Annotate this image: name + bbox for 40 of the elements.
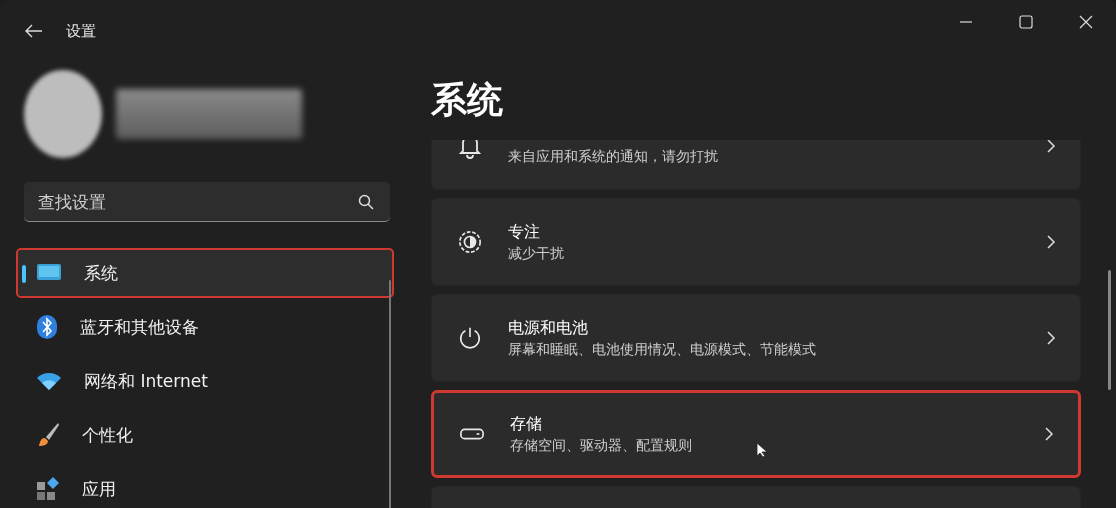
window-title: 设置 (66, 21, 96, 41)
scrollbar-thumb[interactable] (389, 280, 391, 508)
card-subtitle: 减少干扰 (508, 244, 564, 263)
focus-icon (458, 229, 482, 255)
maximize-icon[interactable] (1019, 15, 1033, 29)
nav-item[interactable]: 个性化 (16, 410, 394, 460)
scrollbar-thumb[interactable] (1108, 270, 1111, 390)
nav-item[interactable]: 网络和 Internet (16, 356, 394, 406)
card-subtitle: 存储空间、驱动器、配置规则 (510, 436, 692, 455)
settings-card[interactable]: 存储 存储空间、驱动器、配置规则 (431, 390, 1081, 478)
card-subtitle: 来自应用和系统的通知，请勿打扰 (508, 148, 718, 166)
chevron-icon[interactable] (1046, 330, 1056, 346)
wifi-icon (36, 371, 62, 391)
nav-item[interactable]: 应用 (16, 464, 394, 508)
mouse-cursor-icon (756, 442, 768, 458)
chevron-icon[interactable] (1046, 234, 1056, 250)
card-title: 存储 (510, 413, 542, 435)
card-title: 专注 (508, 221, 540, 243)
settings-card[interactable]: 来自应用和系统的通知，请勿打扰 (431, 140, 1081, 190)
page-heading: 系统 (431, 78, 504, 122)
chevron-icon[interactable] (1044, 426, 1054, 442)
chevron-icon[interactable] (1046, 140, 1056, 154)
card-subtitle: 屏幕和睡眠、电池使用情况、电源模式、节能模式 (508, 340, 816, 359)
search-field[interactable]: 查找设置 (24, 182, 390, 222)
monitor-icon (36, 263, 62, 283)
bell-icon (458, 140, 482, 159)
paintbrush-icon (36, 422, 60, 448)
search-icon (358, 194, 374, 210)
nav-item[interactable]: 系统 (16, 248, 394, 298)
back-arrow-icon (25, 24, 43, 38)
selection-indicator (22, 265, 26, 283)
drive-icon (460, 428, 484, 440)
power-icon (458, 325, 482, 351)
bluetooth-icon (36, 314, 58, 340)
close-icon[interactable] (1079, 15, 1093, 29)
card-title: 电源和电池 (508, 317, 588, 339)
apps-icon (36, 477, 60, 501)
nav-item[interactable]: 蓝牙和其他设备 (16, 302, 394, 352)
settings-card[interactable]: 电源和电池 屏幕和睡眠、电池使用情况、电源模式、节能模式 (431, 294, 1081, 382)
settings-card[interactable]: 专注 减少干扰 (431, 198, 1081, 286)
